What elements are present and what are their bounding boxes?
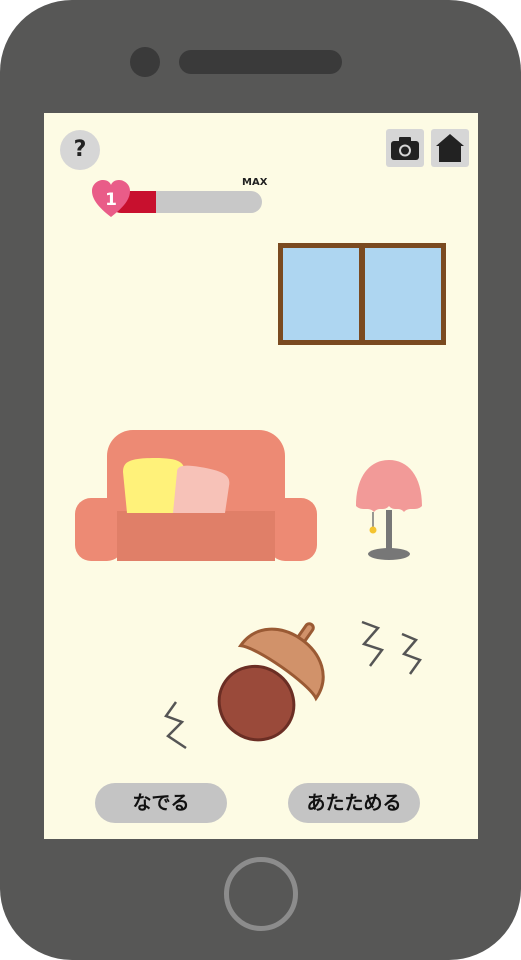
sleep-mark: [401, 632, 422, 675]
sleep-mark: [361, 620, 385, 667]
lamp: [356, 460, 422, 560]
warm-button[interactable]: あたためる: [288, 783, 420, 823]
affection-level: 1: [105, 190, 117, 210]
acorn-character: [217, 622, 325, 742]
sleep-mark: [164, 701, 187, 750]
help-button[interactable]: ?: [60, 130, 100, 170]
home-icon: [436, 134, 464, 162]
phone-home-button[interactable]: [224, 857, 298, 931]
camera-icon: [391, 137, 419, 160]
phone-frame: ? 1 MAX なでる あたためる: [0, 0, 521, 960]
home-button[interactable]: [431, 129, 469, 167]
affection-meter: [110, 191, 262, 213]
game-screen: ? 1 MAX なでる あたためる: [44, 113, 478, 839]
camera-button[interactable]: [386, 129, 424, 167]
window: [278, 243, 446, 345]
pet-button[interactable]: なでる: [95, 783, 227, 823]
speaker-slot: [179, 50, 342, 74]
meter-max-label: MAX: [242, 177, 268, 188]
front-camera: [130, 47, 160, 77]
sofa: [75, 430, 317, 561]
